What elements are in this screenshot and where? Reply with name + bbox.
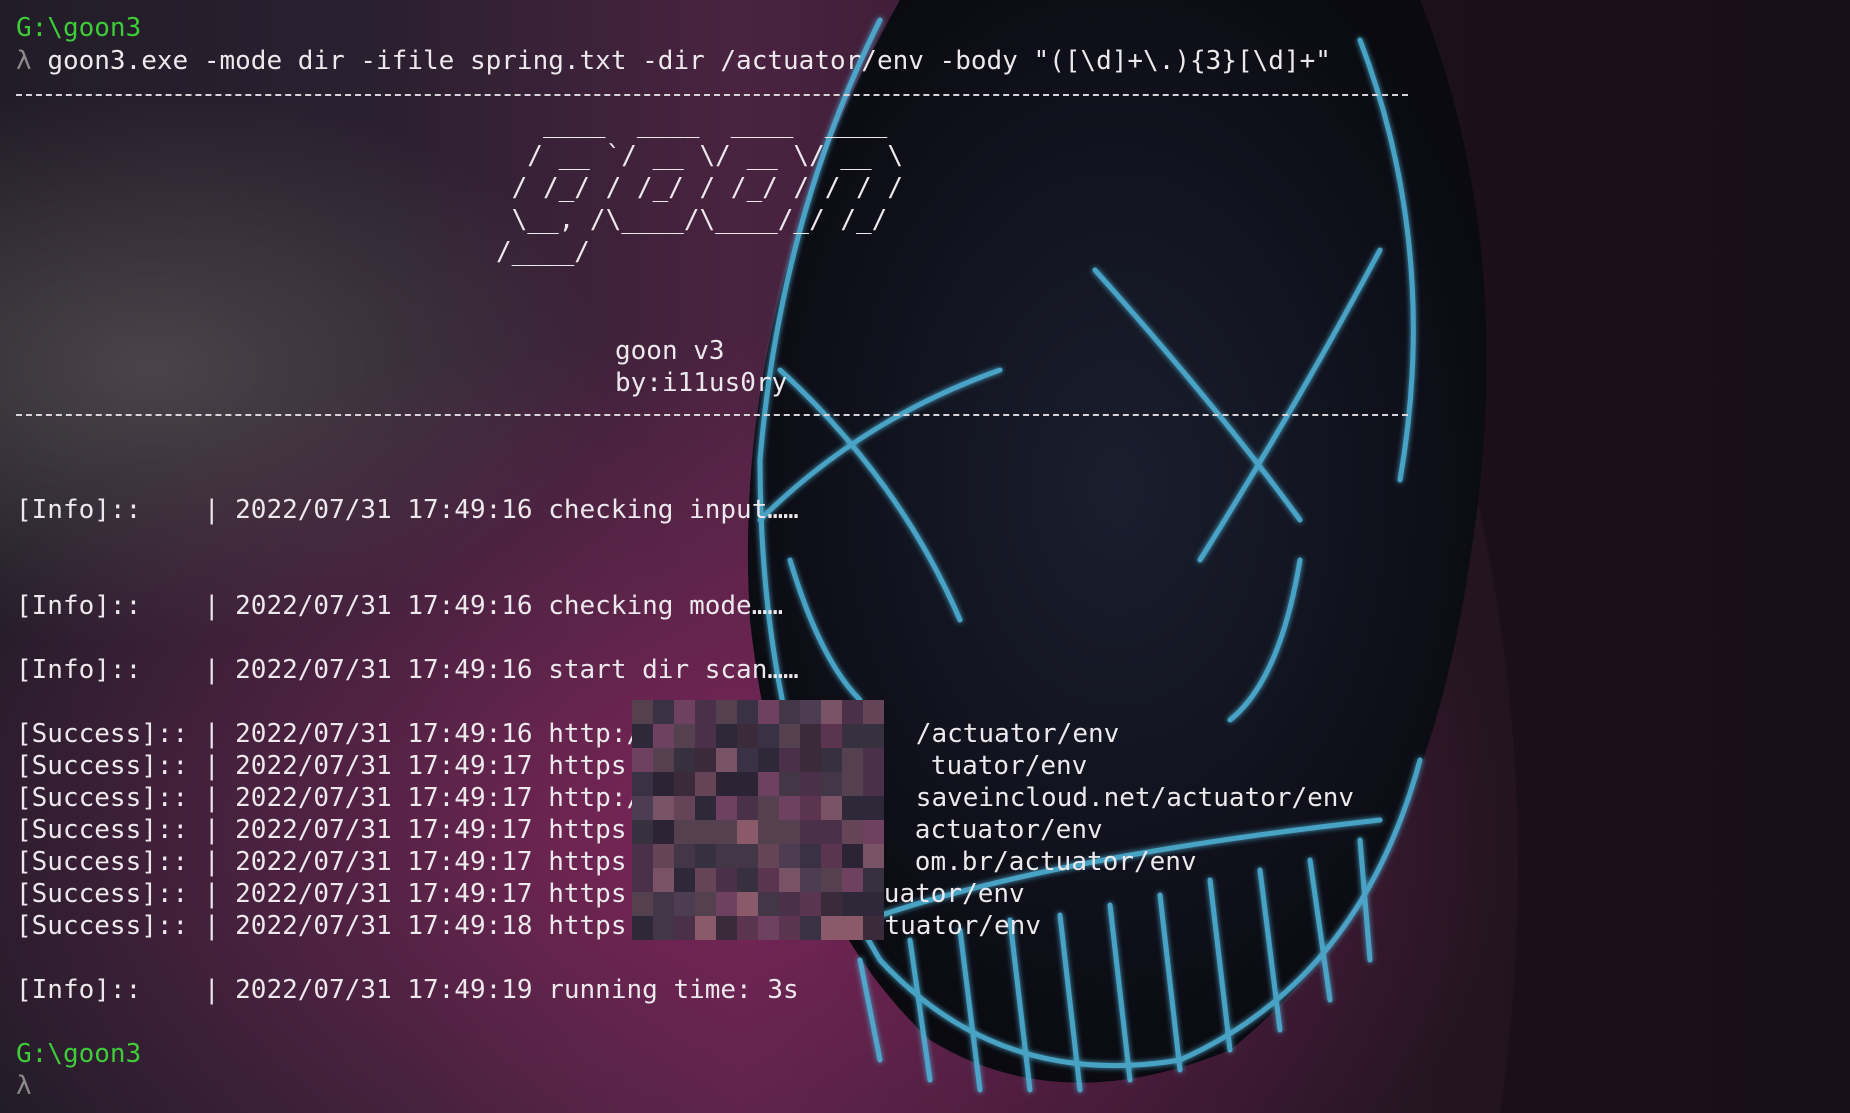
log-line-success: [Success]:: | 2022/07/31 17:49:17 https:… bbox=[16, 750, 1087, 782]
redacted-hostnames-pixelation bbox=[632, 700, 884, 940]
log-line-url-suffix: tuator/env bbox=[884, 911, 1041, 941]
log-line-success: [Success]:: | 2022/07/31 17:49:17 https:… bbox=[16, 814, 1103, 846]
log-line-prefix: [Success]:: | 2022/07/31 17:49:17 https:… bbox=[16, 879, 658, 909]
log-line-prefix: [Success]:: | 2022/07/31 17:49:17 https:… bbox=[16, 815, 658, 845]
log-line-url-suffix: tuator/env bbox=[930, 751, 1088, 781]
command-line[interactable]: λ goon3.exe -mode dir -ifile spring.txt … bbox=[16, 45, 1331, 77]
log-line-url-suffix: /actuator/env bbox=[915, 719, 1120, 749]
log-line-url-suffix: actuator/env bbox=[914, 815, 1103, 845]
log-line-prefix: [Success]:: | 2022/07/31 17:49:16 http:/… bbox=[16, 719, 658, 749]
log-line-prefix: [Success]:: | 2022/07/31 17:49:17 https:… bbox=[16, 847, 658, 877]
goon-ascii-logo: ____ ____ ____ ____ / __ `/ __ \/ __ \/ … bbox=[496, 109, 903, 267]
terminal-window[interactable]: G:\goon3 λ goon3.exe -mode dir -ifile sp… bbox=[0, 0, 1850, 1113]
lambda-prompt-icon: λ bbox=[16, 1071, 32, 1101]
input-prompt-line[interactable]: λ bbox=[16, 1070, 32, 1102]
lambda-prompt-icon: λ bbox=[16, 46, 32, 76]
log-line-success: [Success]:: | 2022/07/31 17:49:16 http:/… bbox=[16, 718, 1119, 750]
log-line-info: [Info]:: | 2022/07/31 17:49:16 checking … bbox=[16, 591, 784, 621]
log-line-url-suffix: saveincloud.net/actuator/env bbox=[915, 783, 1355, 813]
log-line-info: [Info]:: | 2022/07/31 17:49:16 start dir… bbox=[16, 655, 799, 685]
banner-tool-name: goon v3 bbox=[615, 336, 725, 366]
log-line-prefix: [Success]:: | 2022/07/31 17:49:18 https:… bbox=[16, 911, 674, 941]
log-line-prefix: [Success]:: | 2022/07/31 17:49:17 https:… bbox=[16, 751, 658, 781]
log-line-url-suffix: om.br/actuator/env bbox=[914, 847, 1197, 877]
log-line-url-suffix: uator/env bbox=[883, 879, 1025, 909]
prompt-path: G:\goon3 bbox=[16, 1039, 142, 1069]
background-wallpaper-image bbox=[0, 0, 1850, 1113]
log-line-success: [Success]:: | 2022/07/31 17:49:17 https:… bbox=[16, 846, 1197, 878]
command-text: goon3.exe -mode dir -ifile spring.txt -d… bbox=[47, 46, 1331, 76]
log-line-info: [Info]:: | 2022/07/31 17:49:19 running t… bbox=[16, 975, 799, 1005]
banner-author: by:i11us0ry bbox=[615, 368, 788, 398]
log-line-success: [Success]:: | 2022/07/31 17:49:18 https:… bbox=[16, 910, 1041, 942]
banner-top-separator bbox=[16, 94, 1408, 96]
log-line-info: [Info]:: | 2022/07/31 17:49:16 checking … bbox=[16, 495, 799, 525]
log-line-prefix: [Success]:: | 2022/07/31 17:49:17 http:/… bbox=[16, 783, 658, 813]
banner-bottom-separator bbox=[16, 414, 1408, 416]
prompt-path: G:\goon3 bbox=[16, 13, 142, 43]
